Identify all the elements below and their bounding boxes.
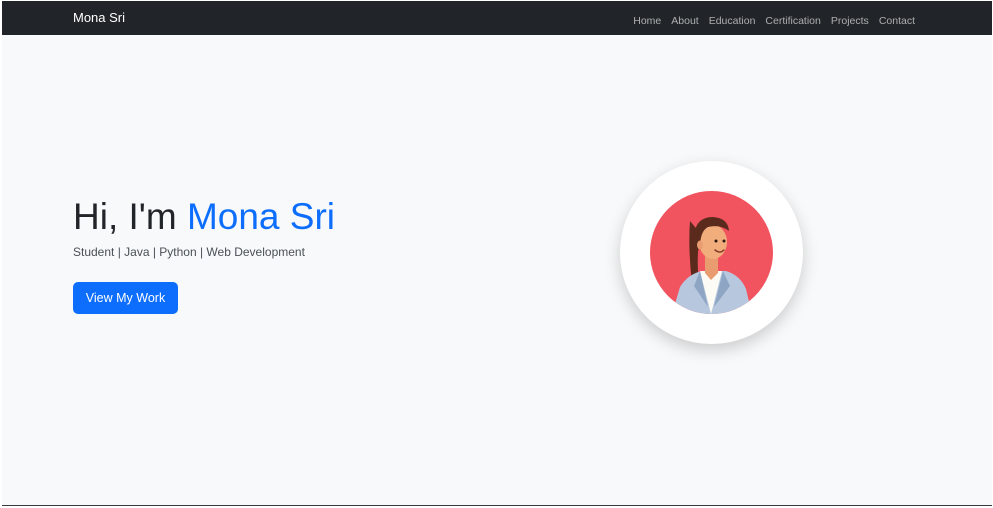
nav-item-about: About: [671, 11, 698, 29]
hero-greeting: Hi, I'm: [73, 196, 187, 237]
nav-link-about[interactable]: About: [671, 15, 698, 27]
nav-item-education: Education: [709, 11, 756, 29]
nav-link-home[interactable]: Home: [633, 15, 661, 27]
woman-avatar-icon: [650, 191, 773, 314]
nav-item-contact: Contact: [879, 11, 915, 29]
nav-link-certification[interactable]: Certification: [765, 15, 820, 27]
nav-link-projects[interactable]: Projects: [831, 15, 869, 27]
view-my-work-button[interactable]: View My Work: [73, 282, 178, 314]
nav-item-projects: Projects: [831, 11, 869, 29]
nav-item-home: Home: [633, 11, 661, 29]
page-frame: Mona Sri Home About Education Certificat…: [2, 1, 992, 506]
top-navbar: Mona Sri Home About Education Certificat…: [2, 1, 992, 35]
hero-title: Hi, I'm Mona Sri: [73, 194, 335, 240]
nav-links: Home About Education Certification Proje…: [633, 11, 915, 29]
hero-subtitle: Student | Java | Python | Web Developmen…: [73, 245, 305, 259]
nav-link-contact[interactable]: Contact: [879, 15, 915, 27]
nav-item-certification: Certification: [765, 11, 820, 29]
hero-name: Mona Sri: [186, 196, 336, 237]
nav-link-education[interactable]: Education: [709, 15, 756, 27]
avatar-frame: [620, 161, 803, 344]
bottom-divider: [2, 505, 992, 506]
brand-logo-link[interactable]: Mona Sri: [73, 9, 125, 27]
